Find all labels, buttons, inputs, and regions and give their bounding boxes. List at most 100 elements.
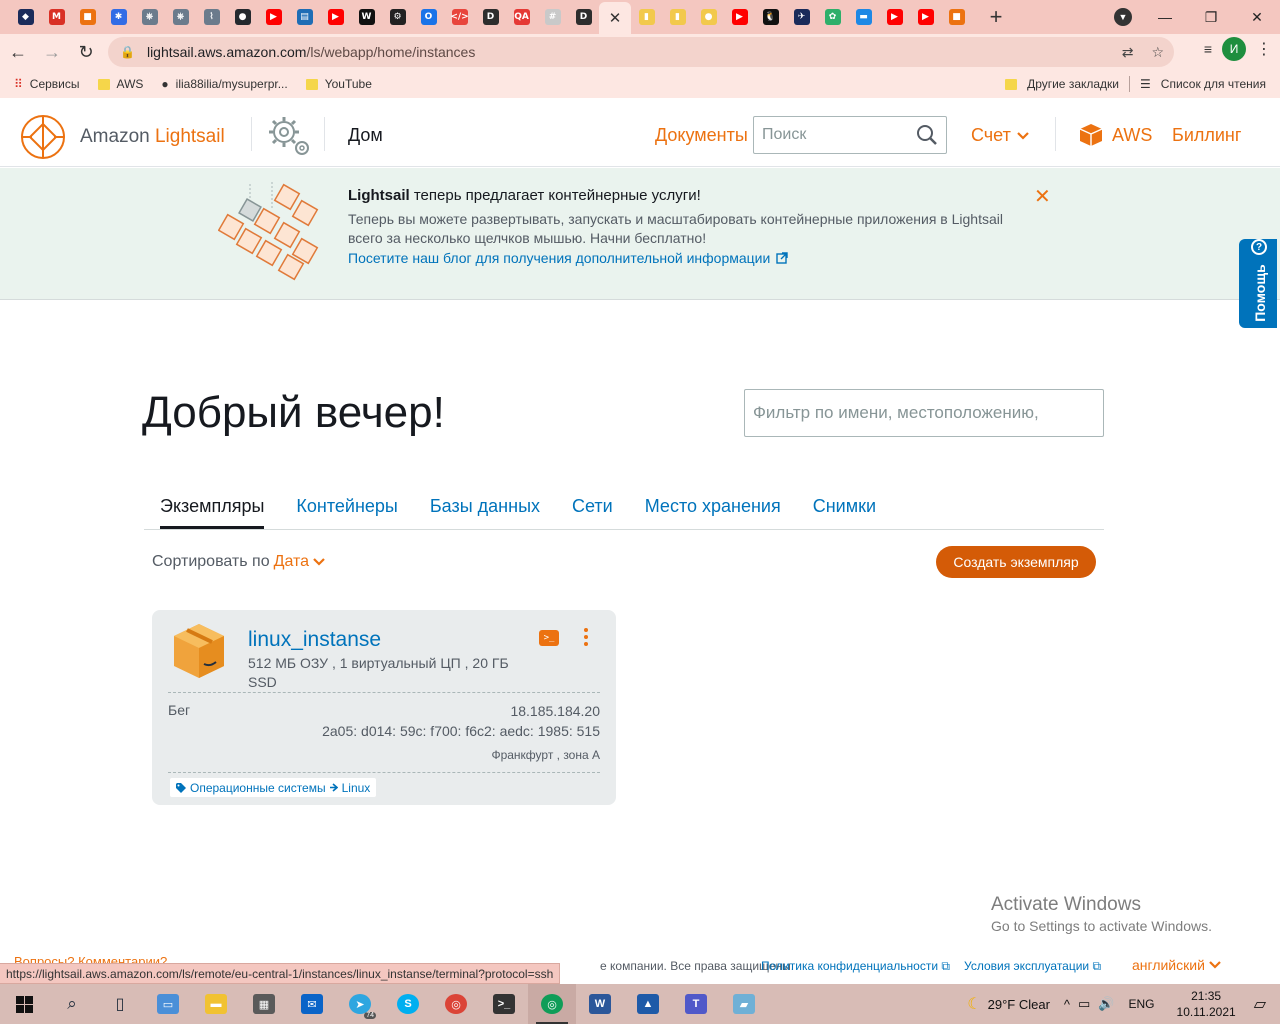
browser-tab[interactable]: ● bbox=[227, 2, 258, 32]
file-explorer-icon[interactable]: ▬ bbox=[192, 984, 240, 1024]
profile-avatar[interactable]: И bbox=[1222, 37, 1246, 61]
gear-icon[interactable] bbox=[264, 112, 314, 165]
browser-tab[interactable]: ⎈ bbox=[165, 2, 196, 32]
telegram-icon[interactable]: ➤ 74 bbox=[336, 984, 384, 1024]
browser-tab[interactable]: ▶ bbox=[879, 2, 910, 32]
close-icon[interactable]: ✕ bbox=[609, 9, 622, 27]
close-window-icon[interactable]: ✕ bbox=[1234, 0, 1280, 34]
search-icon[interactable] bbox=[916, 124, 938, 146]
address-bar[interactable]: 🔒 lightsail.aws.amazon.com/ls/webapp/hom… bbox=[108, 37, 1174, 67]
browser-tab[interactable]: ✿ bbox=[817, 2, 848, 32]
create-instance-button[interactable]: Создать экземпляр bbox=[936, 546, 1096, 578]
new-tab-button[interactable]: + bbox=[982, 4, 1010, 30]
help-tab[interactable]: ? Помощь bbox=[1239, 239, 1277, 328]
chrome-profile-icon[interactable]: ◎ bbox=[528, 984, 576, 1024]
tab-storage[interactable]: Место хранения bbox=[645, 496, 781, 529]
instance-actions-kebab-icon[interactable] bbox=[584, 628, 588, 646]
banner-close-icon[interactable]: ✕ bbox=[1034, 184, 1051, 209]
sort-dropdown[interactable]: Дата bbox=[274, 553, 325, 571]
bookmark-youtube[interactable]: YouTube bbox=[305, 77, 372, 91]
tray-chevron-up-icon[interactable]: ^ bbox=[1064, 997, 1070, 1012]
volume-icon[interactable]: 🔊 bbox=[1098, 996, 1114, 1012]
tab-instances[interactable]: Экземпляры bbox=[160, 496, 265, 529]
browser-tab[interactable]: ■ bbox=[72, 2, 103, 32]
browser-tab[interactable]: ▬ bbox=[848, 2, 879, 32]
terminal-icon[interactable]: >_ bbox=[480, 984, 528, 1024]
lightsail-logo[interactable]: Amazon Lightsail bbox=[18, 112, 225, 162]
lock-icon[interactable]: 🔒 bbox=[120, 45, 135, 59]
bookmark-github[interactable]: ● ilia88ilia/mysuperpr... bbox=[161, 77, 287, 91]
browser-tab[interactable]: ■ bbox=[941, 2, 972, 32]
start-button[interactable] bbox=[0, 984, 48, 1024]
minimize-icon[interactable]: — bbox=[1142, 0, 1188, 34]
tab-databases[interactable]: Базы данных bbox=[430, 496, 540, 529]
back-icon[interactable]: ← bbox=[2, 36, 34, 68]
browser-tab[interactable]: ▶ bbox=[910, 2, 941, 32]
search-input[interactable]: Поиск bbox=[753, 116, 947, 154]
browser-tab[interactable]: ✱ bbox=[103, 2, 134, 32]
ssh-terminal-icon[interactable]: >_ bbox=[539, 630, 559, 646]
browser-tab[interactable]: ▮ bbox=[662, 2, 693, 32]
bookmark-services[interactable]: ⠿ Сервисы bbox=[14, 77, 80, 91]
menu-kebab-icon[interactable]: ⋮ bbox=[1256, 39, 1272, 59]
reading-list[interactable]: Список для чтения bbox=[1161, 77, 1266, 91]
teams-icon[interactable]: T bbox=[672, 984, 720, 1024]
tab-snapshots[interactable]: Снимки bbox=[813, 496, 876, 529]
browser-tab[interactable]: D bbox=[568, 2, 599, 32]
tab-containers[interactable]: Контейнеры bbox=[296, 496, 397, 529]
mail-icon[interactable]: ✉ bbox=[288, 984, 336, 1024]
instance-tag[interactable]: Операционные системы Linux bbox=[170, 778, 377, 797]
clock[interactable]: 21:35 10.11.2021 bbox=[1177, 988, 1236, 1020]
browser-tab[interactable]: # bbox=[537, 2, 568, 32]
instance-name-link[interactable]: linux_instanse bbox=[248, 628, 381, 652]
terms-link[interactable]: Условия эксплуатации ⧉ bbox=[964, 959, 1101, 974]
search-icon[interactable]: ⌕ bbox=[48, 984, 96, 1024]
filter-input[interactable]: Фильтр по имени, местоположению, bbox=[744, 389, 1104, 437]
browser-tab[interactable]: ✈ bbox=[786, 2, 817, 32]
browser-tab[interactable]: ▤ bbox=[289, 2, 320, 32]
bookmark-star-icon[interactable]: ☆ bbox=[1151, 44, 1164, 61]
billing-link[interactable]: Биллинг bbox=[1172, 125, 1241, 146]
browser-tab[interactable]: ▶ bbox=[320, 2, 351, 32]
browser-tab[interactable]: D bbox=[475, 2, 506, 32]
forward-icon[interactable]: → bbox=[36, 36, 68, 68]
tab-networking[interactable]: Сети bbox=[572, 496, 613, 529]
browser-tab[interactable]: QA bbox=[506, 2, 537, 32]
notifications-icon[interactable]: ▱ bbox=[1254, 994, 1266, 1014]
browser-tab[interactable]: ● bbox=[693, 2, 724, 32]
browser-tab[interactable]: </> bbox=[444, 2, 475, 32]
chrome-icon[interactable]: ◎ bbox=[432, 984, 480, 1024]
browser-tab[interactable]: ◆ bbox=[10, 2, 41, 32]
browser-tab[interactable]: ▶ bbox=[724, 2, 755, 32]
home-link[interactable]: Дом bbox=[348, 125, 383, 146]
other-bookmarks[interactable]: Другие закладки bbox=[1027, 77, 1119, 91]
browser-tab[interactable]: ▮ bbox=[631, 2, 662, 32]
translate-icon[interactable]: ⇄ bbox=[1122, 44, 1134, 61]
browser-tab[interactable]: M bbox=[41, 2, 72, 32]
word-icon[interactable]: W bbox=[576, 984, 624, 1024]
browser-tab[interactable]: ⎈ bbox=[134, 2, 165, 32]
photos-icon[interactable]: ▲ bbox=[624, 984, 672, 1024]
store-icon[interactable]: ▦ bbox=[240, 984, 288, 1024]
notes-icon[interactable]: ▰ bbox=[720, 984, 768, 1024]
language-selector[interactable]: английский bbox=[1132, 957, 1221, 973]
reading-list-icon[interactable]: ≡ bbox=[1204, 41, 1212, 57]
network-icon[interactable]: ▭ bbox=[1078, 996, 1090, 1012]
browser-tab[interactable]: O bbox=[413, 2, 444, 32]
docs-link[interactable]: Документы bbox=[655, 125, 748, 146]
weather-widget[interactable]: ☾ 29°F Clear bbox=[967, 994, 1050, 1014]
browser-tab[interactable]: ✕ bbox=[599, 2, 631, 34]
tab-search-icon[interactable]: ▼ bbox=[1114, 8, 1132, 26]
browser-tab[interactable]: 🐧 bbox=[755, 2, 786, 32]
aws-console-link[interactable]: AWS bbox=[1078, 122, 1152, 148]
restore-icon[interactable]: ❐ bbox=[1188, 0, 1234, 34]
account-menu[interactable]: Счет bbox=[971, 125, 1029, 146]
browser-tab[interactable]: W bbox=[351, 2, 382, 32]
skype-icon[interactable]: S bbox=[384, 984, 432, 1024]
reload-icon[interactable]: ↻ bbox=[70, 36, 102, 68]
input-language[interactable]: ENG bbox=[1129, 997, 1155, 1011]
browser-tab[interactable]: ⚙ bbox=[382, 2, 413, 32]
computer-icon[interactable]: ▭ bbox=[144, 984, 192, 1024]
banner-blog-link[interactable]: Посетите наш блог для получения дополнит… bbox=[348, 250, 1028, 266]
browser-tab[interactable]: ▶ bbox=[258, 2, 289, 32]
